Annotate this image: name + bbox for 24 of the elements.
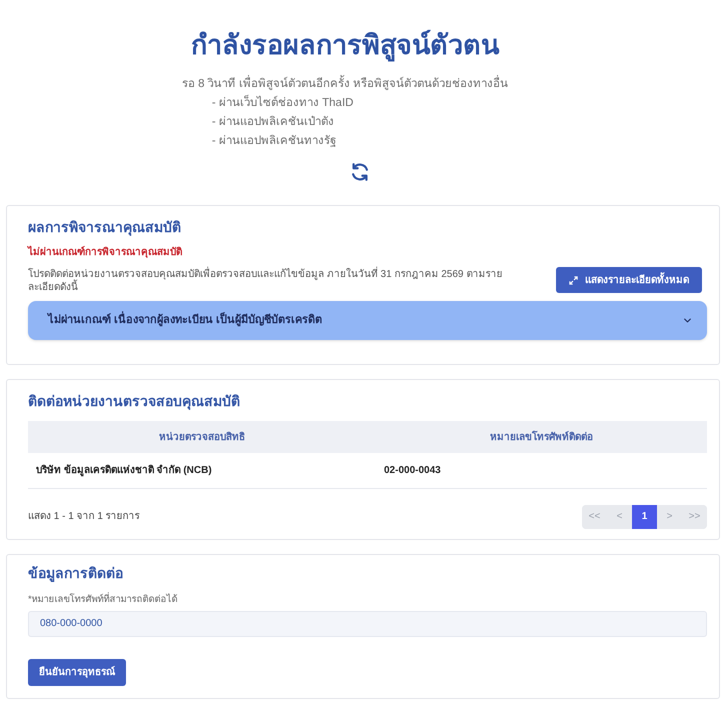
section-title: ติดต่อหน่วยงานตรวจสอบคุณสมบัติ [28,392,241,410]
page-button[interactable]: 1 [632,504,657,528]
show-details-button[interactable]: แสดงรายละเอียดทั้งหมด [556,267,702,293]
section-title: ข้อมูลการติดต่อ [28,564,124,582]
channel-item: - ผ่านแอปพลิเคชันทางรัฐ [210,134,336,149]
status-text: ไม่ผ่านเกณฑ์การพิจารณาคุณสมบัติ [28,246,183,259]
field-label: *หมายเลขโทรศัพท์ที่สามารถติดต่อได้ [28,594,179,606]
instruction-text: รอ 8 วินาที เพื่อพิสูจน์ตัวตนอีกครั้ง หรือพิสูจน์ตัวตนด้วยช่องทางอื่น [182,75,508,94]
expand-icon [569,276,578,284]
channel-item: - ผ่านแอปพลิเคชันเป๋าตัง [210,114,334,130]
table-cell: 02-000-0043 [376,453,707,488]
section-title: ผลการพิจารณาคุณสมบัติ [28,218,182,236]
phone-input[interactable]: 080-000-0000 [28,610,707,636]
page-title: กำลังรอผลการพิสูจน์ตัวตน [191,28,499,62]
column-header: หมายเลขโทรศัพท์ติดต่อ [376,421,707,453]
reason-accordion[interactable]: ไม่ผ่านเกณฑ์ เนื่องจากผู้ลงทะเบียน เป็นผู้มีบัญชีบัตรเครดิต [28,301,707,340]
column-header: หน่วยตรวจสอบสิทธิ [28,421,376,453]
result-summary: แสดง 1 - 1 จาก 1 รายการ [28,510,140,524]
chevron-down-icon [684,318,691,323]
channel-item: - ผ่านเว็บไซต์ช่องทาง ThaID [182,94,354,113]
description-text: โปรดติดต่อหน่วยงานตรวจสอบคุณสมบัติเพื่อตรวจสอบและแก้ไขข้อมูล ภายในวันที่ 31 กรกฎาคม 2569 ตามรายละเอียดดังนี้ [28,268,528,294]
table-cell: บริษัท ข้อมูลเครดิตแห่งชาติ จำกัด (NCB) [28,453,376,488]
refresh-icon [349,161,371,183]
submit-appeal-button[interactable]: ยืนยันการอุทธรณ์ [28,658,126,686]
